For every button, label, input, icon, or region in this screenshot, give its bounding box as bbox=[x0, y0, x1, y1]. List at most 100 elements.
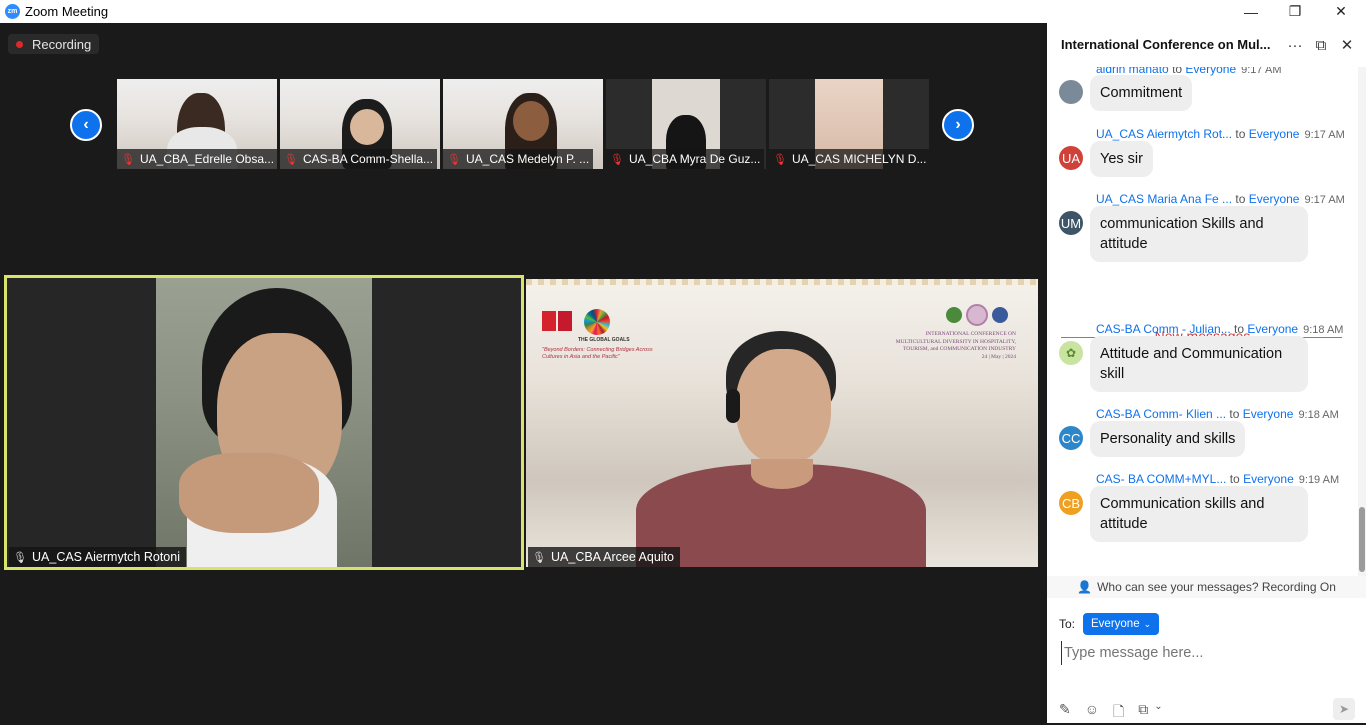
file-icon[interactable]: 🗋 bbox=[1113, 701, 1124, 725]
conference-title-line: MULTICULTURAL DIVERSITY IN HOSPITALITY, bbox=[895, 338, 1016, 345]
chevron-down-icon[interactable]: ⌄ bbox=[1154, 701, 1162, 725]
conference-tagline: "Beyond Borders: Connecting Bridges Acro… bbox=[542, 347, 653, 360]
popout-icon[interactable]: ⧉ bbox=[1311, 35, 1331, 55]
recipient-name: Everyone bbox=[1243, 472, 1294, 486]
participant-thumbnail[interactable]: 🎙 UA_CBA_Edrelle Obsa... bbox=[117, 79, 277, 169]
mic-muted-icon: 🎙 bbox=[447, 153, 461, 166]
message-time: 9:19 AM bbox=[1298, 474, 1340, 486]
avatar: UM bbox=[1059, 211, 1083, 235]
participant-name: UA_CAS Aiermytch Rotoni bbox=[32, 550, 180, 564]
meeting-area: Recording ‹ › 🎙 UA_CBA_Edrelle Obsa... 🎙 C… bbox=[0, 23, 1047, 723]
recording-indicator[interactable]: Recording bbox=[8, 34, 100, 54]
participant-video-tile[interactable]: THE GLOBAL GOALS "Beyond Borders: Connec… bbox=[526, 279, 1038, 567]
participant-thumbnail[interactable]: 🎙 CAS-BA Comm-Shella... bbox=[280, 79, 440, 169]
sender-name[interactable]: CAS-BA Comm- Klien ... bbox=[1096, 407, 1226, 421]
to-label: to bbox=[1229, 407, 1240, 421]
sender-name[interactable]: CAS-BA Comm - Julian... bbox=[1096, 322, 1231, 336]
recipient-row: To: Everyone ⌄ bbox=[1059, 613, 1160, 635]
to-label: to bbox=[1229, 472, 1240, 486]
scrollbar-thumb[interactable] bbox=[1359, 507, 1365, 572]
global-goals-wheel-icon bbox=[584, 309, 610, 335]
recipient-name: Everyone bbox=[1247, 322, 1299, 336]
participant-name: UA_CAS Medelyn P. ... bbox=[466, 152, 590, 166]
screenshot-icon[interactable]: ⧉ bbox=[1138, 701, 1148, 725]
conference-title-line: INTERNATIONAL CONFERENCE ON bbox=[925, 331, 1016, 337]
message-time: 9:17 AM bbox=[1304, 129, 1345, 141]
mic-muted-icon: 🎙 bbox=[284, 153, 298, 166]
sender-name[interactable]: CAS- BA COMM+MYL... bbox=[1096, 472, 1226, 486]
format-text-icon[interactable]: ✎ bbox=[1059, 701, 1071, 725]
message-bubble: communication Skills and attitude bbox=[1090, 206, 1308, 262]
to-label: to bbox=[1235, 127, 1246, 141]
message-time: 9:18 AM bbox=[1303, 324, 1344, 336]
emoji-icon[interactable]: ☺ bbox=[1085, 701, 1099, 725]
message-bubble: Attitude and Communication skill bbox=[1090, 336, 1308, 392]
minimize-button[interactable]: — bbox=[1228, 0, 1274, 23]
sender-name[interactable]: UA_CAS Aiermytch Rot... bbox=[1096, 127, 1232, 141]
close-button[interactable]: ✕ bbox=[1318, 0, 1364, 23]
chat-scrollbar[interactable] bbox=[1358, 67, 1366, 597]
mic-muted-icon: 🎙 bbox=[773, 153, 787, 166]
recipient-name: Everyone bbox=[1185, 67, 1237, 76]
conference-title: INTERNATIONAL CONFERENCE ON MULTICULTURA… bbox=[846, 331, 1016, 361]
partner-seal-icon bbox=[992, 307, 1008, 323]
partner-seal-icon bbox=[946, 307, 962, 323]
recipient-name: Everyone bbox=[1242, 407, 1294, 421]
previous-page-button[interactable]: ‹ bbox=[70, 109, 102, 141]
mic-muted-icon: 🎙 bbox=[13, 551, 27, 564]
message-time: 9:17 AM bbox=[1241, 67, 1282, 76]
message-bubble: Personality and skills bbox=[1090, 421, 1246, 457]
recipient-dropdown[interactable]: Everyone ⌄ bbox=[1083, 613, 1160, 635]
message-bubble: Communication skills and attitude bbox=[1090, 486, 1308, 542]
message-time: 9:17 AM bbox=[1304, 194, 1345, 206]
sender-name[interactable]: UA_CAS Maria Ana Fe ... bbox=[1096, 192, 1232, 206]
plant-avatar-icon: ✿ bbox=[1065, 346, 1077, 360]
chat-message-input[interactable] bbox=[1061, 641, 1351, 665]
avatar bbox=[1059, 80, 1083, 104]
global-goals-text: THE GLOBAL GOALS bbox=[578, 337, 630, 343]
participant-name: UA_CBA_Edrelle Obsa... bbox=[139, 152, 275, 166]
avatar-initials: UA bbox=[1061, 150, 1081, 166]
visibility-text: Who can see your messages? Recording On bbox=[1097, 580, 1336, 594]
conference-title-line: TOURISM, and COMMUNICATION INDUSTRY bbox=[903, 346, 1016, 352]
avatar: UA bbox=[1059, 146, 1083, 170]
to-label: To: bbox=[1059, 617, 1076, 631]
participant-name: UA_CBA Arcee Aquito bbox=[551, 550, 674, 564]
university-seal-icon bbox=[966, 304, 988, 326]
avatar: ✿ bbox=[1059, 341, 1083, 365]
chevron-down-icon: ⌄ bbox=[1143, 618, 1152, 629]
chevron-right-icon: › bbox=[955, 116, 961, 133]
message-bubble: Yes sir bbox=[1090, 141, 1153, 177]
avatar-initials: UM bbox=[1060, 215, 1082, 231]
participant-name: UA_CAS MICHELYN D... bbox=[791, 152, 927, 166]
participant-thumbnail[interactable]: 🎙 UA_CBA Myra De Guz... bbox=[606, 79, 766, 169]
sdg-logo-icon bbox=[542, 311, 556, 331]
to-label: to bbox=[1235, 192, 1246, 206]
participant-video-tile-active[interactable]: 🎙 UA_CAS Aiermytch Rotoni bbox=[4, 275, 524, 570]
window-title: Zoom Meeting bbox=[25, 4, 109, 19]
participant-thumbnail[interactable]: 🎙 UA_CAS MICHELYN D... bbox=[769, 79, 929, 169]
recipient-value: Everyone bbox=[1091, 618, 1140, 630]
next-page-button[interactable]: › bbox=[942, 109, 974, 141]
message-time: 9:18 AM bbox=[1298, 409, 1339, 421]
avatar: CB bbox=[1059, 491, 1083, 515]
participant-name: CAS-BA Comm-Shella... bbox=[303, 152, 434, 166]
chevron-left-icon: ‹ bbox=[83, 116, 89, 133]
recipient-name: Everyone bbox=[1248, 127, 1300, 141]
message-visibility-notice[interactable]: 👤 Who can see your messages? Recording O… bbox=[1047, 576, 1366, 598]
send-button[interactable]: ➤ bbox=[1333, 698, 1355, 720]
chat-message-list[interactable]: aldrin manato to Everyone 9:17 AM Commitm… bbox=[1047, 67, 1358, 597]
people-icon: 👤 bbox=[1077, 580, 1093, 594]
restore-button[interactable]: ❐ bbox=[1272, 0, 1318, 23]
close-chat-icon[interactable]: ✕ bbox=[1337, 35, 1357, 55]
participant-thumbnail[interactable]: 🎙 UA_CAS Medelyn P. ... bbox=[443, 79, 603, 169]
more-options-icon[interactable]: ··· bbox=[1285, 35, 1305, 55]
sdg-logo-icon bbox=[558, 311, 572, 331]
mic-muted-icon: 🎙 bbox=[610, 153, 624, 166]
message-bubble: Commitment bbox=[1090, 75, 1193, 111]
conference-date: 24 | May | 2024 bbox=[981, 353, 1016, 360]
avatar-initials: CC bbox=[1061, 430, 1081, 446]
chat-toolbar: ✎ ☺ 🗋 ⧉ ⌄ bbox=[1059, 701, 1163, 725]
send-icon: ➤ bbox=[1338, 702, 1350, 716]
recording-dot-icon bbox=[16, 40, 23, 48]
